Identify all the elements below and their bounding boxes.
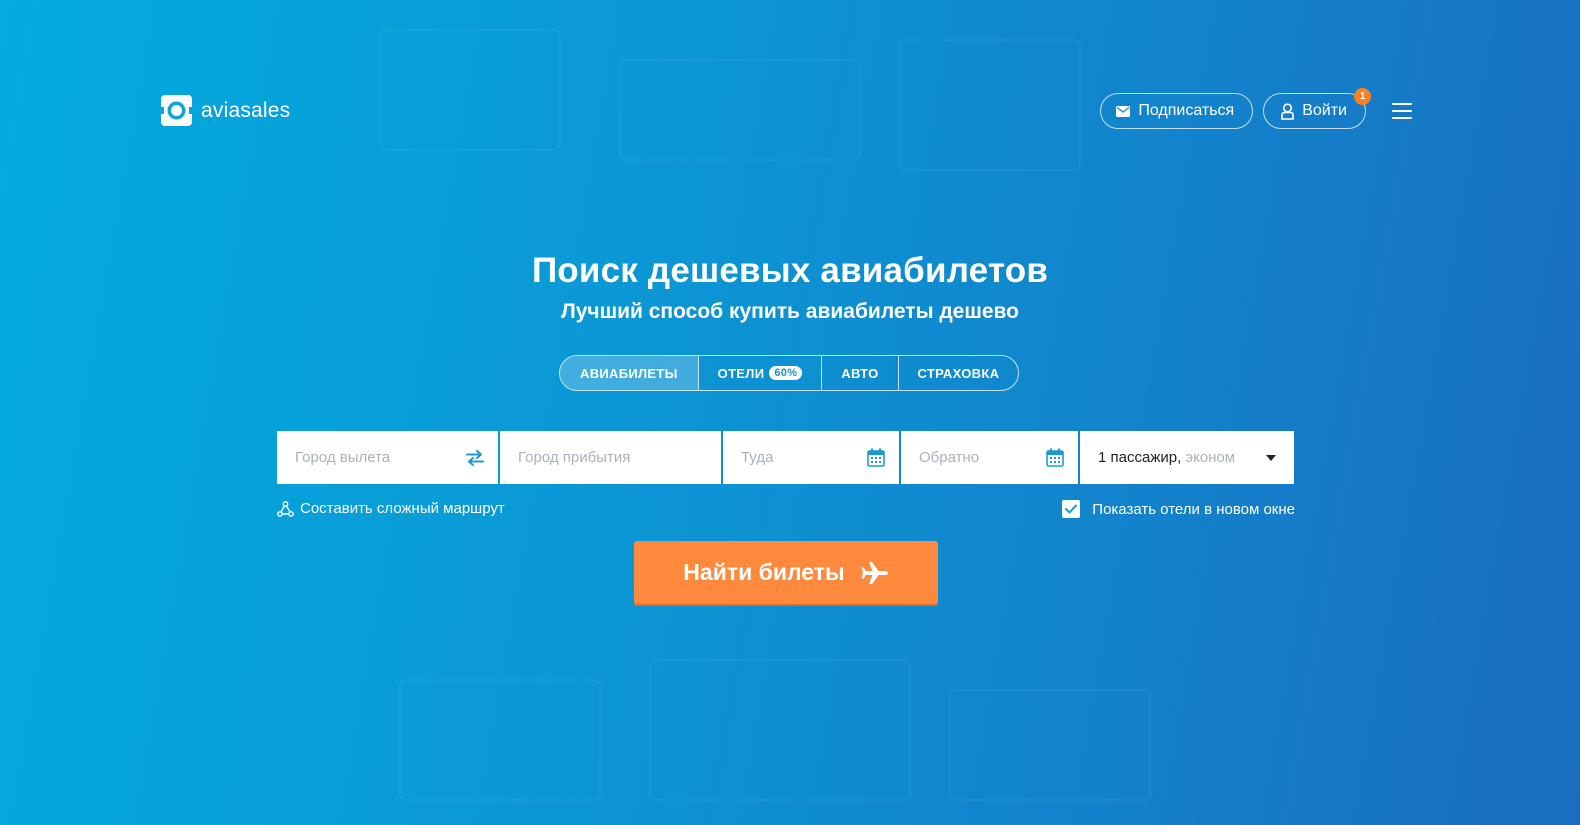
origin-placeholder: Город вылета: [295, 449, 391, 466]
tab-hotels[interactable]: ОТЕЛИ 60%: [697, 356, 822, 390]
tab-cars-label: АВТО: [841, 365, 879, 381]
complex-route-link[interactable]: Составить сложный маршрут: [277, 500, 505, 517]
cabin-class: эконом: [1185, 449, 1236, 466]
destination-city-input[interactable]: Город прибытия: [500, 431, 721, 484]
depart-date-input[interactable]: Туда: [723, 431, 899, 484]
tab-insurance[interactable]: СТРАХОВКА: [897, 356, 1019, 390]
depart-placeholder: Туда: [741, 449, 774, 466]
passengers-value: 1 пассажир, эконом: [1098, 449, 1235, 466]
origin-city-input[interactable]: Город вылета: [277, 431, 498, 484]
login-label: Войти: [1302, 102, 1347, 119]
page-title: Поиск дешевых авиабилетов: [531, 251, 1049, 290]
hamburger-menu-icon[interactable]: [1392, 103, 1412, 119]
hotels-discount-badge: 60%: [769, 366, 803, 380]
page-subtitle: Лучший способ купить авиабилеты дешево: [560, 300, 1020, 323]
checkmark-icon: [1065, 504, 1078, 514]
passengers-count: 1 пассажир,: [1098, 449, 1182, 466]
airplane-icon: [861, 561, 888, 584]
subscribe-label: Подписаться: [1138, 102, 1235, 119]
brand-logo[interactable]: aviasales: [161, 95, 290, 126]
product-tabs: АВИАБИЛЕТЫ ОТЕЛИ 60% АВТО СТРАХОВКА: [559, 355, 1020, 391]
aviasales-logo-icon: [161, 95, 192, 126]
swap-arrows-icon[interactable]: [466, 449, 484, 466]
find-tickets-label: Найти билеты: [683, 559, 845, 585]
calendar-icon: [1046, 448, 1064, 467]
passengers-class-select[interactable]: 1 пассажир, эконом: [1080, 431, 1294, 484]
destination-placeholder: Город прибытия: [518, 449, 631, 466]
header-actions: Подписаться Войти 1: [1100, 88, 1412, 129]
tab-insurance-label: СТРАХОВКА: [917, 365, 1000, 381]
complex-route-label: Составить сложный маршрут: [300, 500, 505, 517]
route-icon: [277, 500, 294, 517]
tab-cars[interactable]: АВТО: [821, 356, 897, 390]
login-button[interactable]: Войти 1: [1263, 88, 1371, 129]
chevron-down-icon: [1266, 454, 1276, 461]
user-icon: [1281, 102, 1295, 120]
subscribe-button[interactable]: Подписаться: [1100, 93, 1254, 129]
envelope-icon: [1116, 105, 1131, 117]
find-tickets-button[interactable]: Найти билеты: [634, 541, 938, 604]
notification-badge: 1: [1354, 88, 1371, 105]
search-form: Город вылета Город прибытия Туда Обратно: [277, 431, 1294, 484]
return-date-input[interactable]: Обратно: [901, 431, 1078, 484]
tab-flights[interactable]: АВИАБИЛЕТЫ: [560, 356, 698, 390]
hotels-new-window-option: Показать отели в новом окне: [1062, 500, 1295, 518]
tab-hotels-label: ОТЕЛИ: [717, 365, 765, 381]
tab-flights-label: АВИАБИЛЕТЫ: [580, 365, 678, 381]
hotels-new-window-checkbox[interactable]: [1062, 500, 1081, 518]
brand-name: aviasales: [201, 98, 291, 122]
return-placeholder: Обратно: [919, 449, 980, 466]
calendar-icon: [867, 448, 885, 467]
hotels-new-window-label: Показать отели в новом окне: [1092, 500, 1295, 518]
